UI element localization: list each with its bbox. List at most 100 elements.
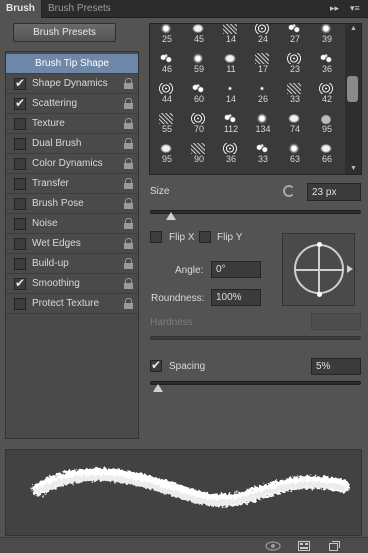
brush-tip-cell[interactable]: 27 [279, 24, 311, 48]
brush-tip-cell[interactable]: 14 [215, 80, 247, 108]
option-checkbox[interactable] [14, 118, 26, 130]
brush-tip-cell[interactable]: 60 [183, 80, 215, 108]
brush-tip-cell[interactable]: 14 [215, 24, 247, 48]
brush-tip-cell[interactable]: 95 [311, 110, 343, 138]
lock-icon[interactable] [124, 238, 133, 249]
brush-tip-cell[interactable]: 45 [183, 24, 215, 48]
brush-tip-cell[interactable]: 39 [311, 24, 343, 48]
brush-tip-size: 44 [161, 94, 172, 104]
flip-x-checkbox[interactable] [150, 231, 162, 243]
dial-top-handle[interactable] [317, 242, 322, 247]
lock-icon[interactable] [124, 258, 133, 269]
brush-tip-cell[interactable]: 95 [151, 140, 183, 168]
brush-option-protect-texture[interactable]: Protect Texture [6, 294, 138, 314]
brush-tip-cell[interactable]: 46 [151, 50, 183, 78]
brush-tip-cell[interactable]: 112 [215, 110, 247, 138]
brush-option-scattering[interactable]: Scattering [6, 94, 138, 114]
brush-tip-cell[interactable]: 24 [247, 24, 279, 48]
brush-presets-button[interactable]: Brush Presets [13, 23, 116, 42]
reset-size-icon[interactable] [283, 185, 295, 197]
lock-icon[interactable] [124, 78, 133, 89]
brush-option-color-dynamics[interactable]: Color Dynamics [6, 154, 138, 174]
lock-icon[interactable] [124, 298, 133, 309]
spacing-slider-thumb[interactable] [153, 384, 164, 392]
lock-icon[interactable] [124, 178, 133, 189]
brush-option-shape-dynamics[interactable]: Shape Dynamics [6, 74, 138, 94]
scroll-down-icon[interactable]: ▼ [350, 165, 357, 172]
spacing-input[interactable]: 5% [311, 358, 361, 375]
option-checkbox[interactable] [14, 198, 26, 210]
spacing-checkbox[interactable] [150, 358, 162, 372]
brush-tip-cell[interactable]: 63 [279, 140, 311, 168]
brush-tip-cell[interactable]: 23 [279, 50, 311, 78]
eye-icon[interactable] [265, 541, 281, 551]
size-slider-track[interactable] [150, 210, 361, 214]
brush-option-brush-pose[interactable]: Brush Pose [6, 194, 138, 214]
roundness-input[interactable]: 100% [211, 289, 261, 306]
scroll-up-icon[interactable]: ▲ [350, 25, 357, 32]
option-checkbox[interactable] [14, 298, 26, 310]
tab-brush-presets[interactable]: Brush Presets [42, 0, 138, 18]
spacing-slider-track[interactable] [150, 381, 361, 385]
brush-tip-cell[interactable]: 134 [247, 110, 279, 138]
brush-tip-cell[interactable]: 25 [151, 24, 183, 48]
angle-input[interactable]: 0° [211, 261, 261, 278]
brush-tip-cell[interactable]: 70 [183, 110, 215, 138]
lock-icon[interactable] [124, 98, 133, 109]
brush-tip-cell[interactable]: 74 [279, 110, 311, 138]
brush-option-texture[interactable]: Texture [6, 114, 138, 134]
brush-tip-size: 14 [225, 34, 236, 44]
lock-icon[interactable] [124, 218, 133, 229]
option-checkbox[interactable] [14, 258, 26, 270]
brush-option-wet-edges[interactable]: Wet Edges [6, 234, 138, 254]
create-new-brush-icon[interactable] [329, 541, 340, 551]
option-checkbox[interactable] [14, 158, 26, 170]
brush-option-build-up[interactable]: Build-up [6, 254, 138, 274]
size-input[interactable]: 23 px [307, 183, 361, 201]
brush-tip-cell[interactable]: 55 [151, 110, 183, 138]
brush-panel-icon[interactable] [298, 541, 310, 551]
lock-icon[interactable] [124, 278, 133, 289]
grid-scrollbar-thumb[interactable] [347, 76, 358, 102]
brush-tip-cell[interactable]: 33 [247, 140, 279, 168]
lock-icon[interactable] [124, 158, 133, 169]
brush-tip-cell[interactable]: 59 [183, 50, 215, 78]
size-slider-thumb[interactable] [166, 212, 177, 220]
flip-y-checkbox[interactable] [199, 231, 211, 243]
brush-option-brush-tip-shape[interactable]: Brush Tip Shape [6, 54, 138, 74]
brush-tip-cell[interactable]: 17 [247, 50, 279, 78]
collapse-icon[interactable]: ▸▸ [330, 3, 339, 14]
panel-menu-icon[interactable]: ▾≡ [350, 3, 360, 14]
lock-icon[interactable] [124, 198, 133, 209]
option-checkbox[interactable] [14, 138, 26, 150]
lock-icon[interactable] [124, 138, 133, 149]
brush-tip-cell[interactable]: 66 [311, 140, 343, 168]
tab-brush[interactable]: Brush [0, 0, 42, 18]
brush-tip-cell[interactable]: 26 [247, 80, 279, 108]
brush-option-dual-brush[interactable]: Dual Brush [6, 134, 138, 154]
angle-roundness-dial[interactable] [282, 233, 355, 306]
brush-tip-preview [191, 143, 205, 154]
option-checkbox[interactable] [14, 76, 26, 90]
option-checkbox[interactable] [14, 178, 26, 190]
option-checkbox[interactable] [14, 218, 26, 230]
brush-tip-cell[interactable]: 33 [279, 80, 311, 108]
brush-tip-cell[interactable]: 90 [183, 140, 215, 168]
option-checkbox[interactable] [14, 96, 26, 110]
brush-tip-cell[interactable]: 42 [311, 80, 343, 108]
dial-arrow-icon[interactable] [347, 265, 353, 273]
hardness-slider-track[interactable] [150, 336, 361, 340]
option-checkbox[interactable] [14, 276, 26, 290]
lock-icon[interactable] [124, 118, 133, 129]
brush-option-noise[interactable]: Noise [6, 214, 138, 234]
brush-option-transfer[interactable]: Transfer [6, 174, 138, 194]
brush-tip-cell[interactable]: 44 [151, 80, 183, 108]
brush-tip-cell[interactable]: 11 [215, 50, 247, 78]
brush-tip-cell[interactable]: 36 [215, 140, 247, 168]
hardness-input[interactable] [311, 313, 361, 330]
brush-option-smoothing[interactable]: Smoothing [6, 274, 138, 294]
option-label: Noise [32, 218, 58, 229]
dial-bottom-handle[interactable] [317, 292, 322, 297]
brush-tip-cell[interactable]: 36 [311, 50, 343, 78]
option-checkbox[interactable] [14, 238, 26, 250]
